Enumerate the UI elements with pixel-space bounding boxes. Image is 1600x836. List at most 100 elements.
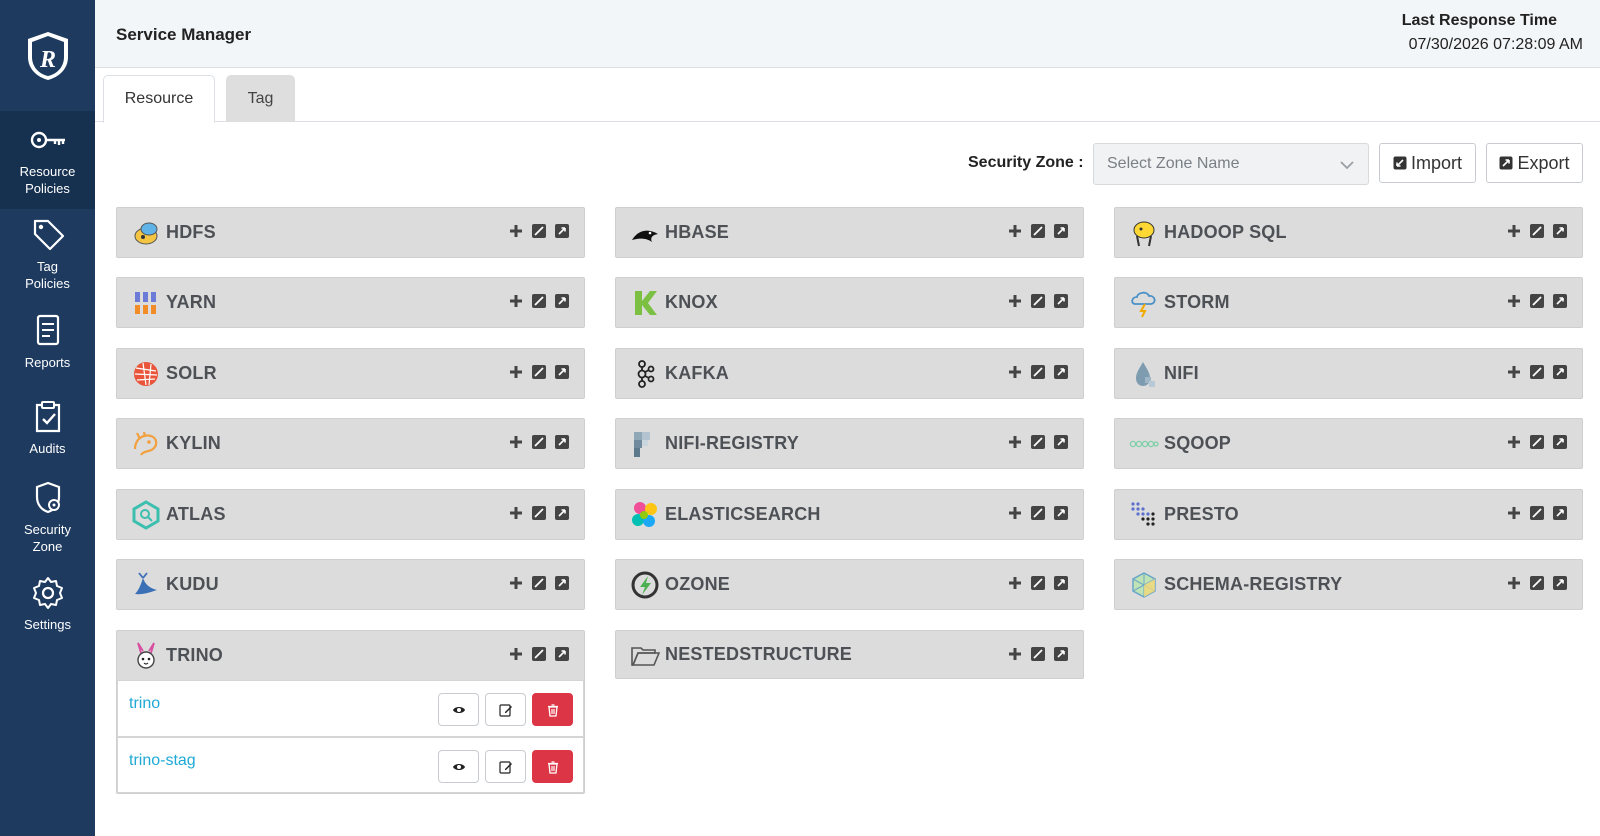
service-name: HADOOP SQL [1164, 222, 1287, 242]
export-service-icon[interactable] [1552, 293, 1568, 309]
add-icon[interactable] [1007, 505, 1023, 521]
add-icon[interactable] [1007, 223, 1023, 239]
edit-icon[interactable] [1030, 575, 1046, 591]
export-service-icon[interactable] [1552, 364, 1568, 380]
edit-icon[interactable] [531, 364, 547, 380]
sidebar-item-label: Security Zone [24, 522, 71, 554]
export-service-icon[interactable] [1053, 505, 1069, 521]
edit-icon[interactable] [531, 646, 547, 662]
add-icon[interactable] [1007, 575, 1023, 591]
zone-select-placeholder: Select Zone Name [1107, 155, 1240, 172]
add-icon[interactable] [508, 575, 524, 591]
clipboard-check-icon [35, 400, 60, 432]
service-card-trino: TRINO trino trino-stag [116, 630, 585, 794]
edit-icon[interactable] [1529, 575, 1545, 591]
trino-icon [131, 641, 161, 671]
edit-button[interactable] [485, 750, 526, 783]
add-icon[interactable] [1007, 646, 1023, 662]
export-service-icon[interactable] [1552, 223, 1568, 239]
delete-button[interactable] [532, 693, 573, 726]
export-service-icon[interactable] [1053, 646, 1069, 662]
service-card-presto: PRESTO [1114, 489, 1583, 540]
edit-icon[interactable] [1030, 646, 1046, 662]
tab-resource[interactable]: Resource [103, 75, 215, 123]
add-icon[interactable] [508, 364, 524, 380]
eye-icon [452, 763, 465, 770]
export-service-icon[interactable] [1552, 505, 1568, 521]
add-icon[interactable] [508, 646, 524, 662]
edit-button[interactable] [485, 693, 526, 726]
sidebar-item-label: Reports [24, 355, 71, 370]
export-service-icon[interactable] [1053, 293, 1069, 309]
export-service-icon[interactable] [554, 434, 570, 450]
pencil-square-icon [498, 760, 512, 774]
sidebar-item-reports[interactable]: Reports [0, 301, 95, 384]
sidebar-item-security-zone[interactable]: Security Zone [0, 472, 95, 564]
edit-icon[interactable] [1529, 364, 1545, 380]
edit-icon[interactable] [531, 505, 547, 521]
import-icon [1393, 156, 1407, 170]
security-zone-select[interactable]: Select Zone Name [1093, 143, 1369, 185]
add-icon[interactable] [1506, 575, 1522, 591]
add-icon[interactable] [508, 434, 524, 450]
import-button[interactable]: Import [1379, 143, 1476, 183]
edit-icon[interactable] [531, 434, 547, 450]
add-icon[interactable] [1506, 223, 1522, 239]
add-icon[interactable] [1007, 293, 1023, 309]
service-name: STORM [1164, 292, 1230, 312]
sidebar-item-settings[interactable]: Settings [0, 564, 95, 644]
edit-icon[interactable] [531, 223, 547, 239]
sidebar-item-audits[interactable]: Audits [0, 384, 95, 472]
edit-icon[interactable] [1030, 434, 1046, 450]
edit-icon[interactable] [1030, 293, 1046, 309]
export-service-icon[interactable] [1053, 575, 1069, 591]
export-service-icon[interactable] [1552, 575, 1568, 591]
export-button[interactable]: Export [1486, 143, 1583, 183]
edit-icon[interactable] [531, 293, 547, 309]
export-service-icon[interactable] [1053, 223, 1069, 239]
service-name: HBASE [665, 222, 730, 242]
export-service-icon[interactable] [554, 364, 570, 380]
sidebar-item-tag-policies[interactable]: Tag Policies [0, 209, 95, 301]
service-instance-link[interactable]: trino-stag [129, 752, 196, 770]
add-icon[interactable] [1007, 364, 1023, 380]
eye-icon [452, 706, 465, 713]
shield-lock-icon [35, 481, 60, 514]
yarn-icon [131, 288, 161, 318]
edit-icon[interactable] [1030, 223, 1046, 239]
delete-button[interactable] [532, 750, 573, 783]
export-service-icon[interactable] [1552, 434, 1568, 450]
view-button[interactable] [438, 750, 479, 783]
ranger-logo[interactable]: R [0, 0, 95, 111]
service-name: KYLIN [166, 433, 221, 453]
export-service-icon[interactable] [554, 575, 570, 591]
export-service-icon[interactable] [554, 646, 570, 662]
edit-icon[interactable] [1030, 364, 1046, 380]
add-icon[interactable] [508, 223, 524, 239]
service-instance-link[interactable]: trino [129, 695, 160, 713]
add-icon[interactable] [508, 293, 524, 309]
sidebar-item-resource-policies[interactable]: Resource Policies [0, 111, 95, 209]
service-card-storm: STORM [1114, 277, 1583, 328]
edit-icon[interactable] [1529, 434, 1545, 450]
view-button[interactable] [438, 693, 479, 726]
export-service-icon[interactable] [554, 223, 570, 239]
add-icon[interactable] [508, 505, 524, 521]
add-icon[interactable] [1506, 293, 1522, 309]
kylin-icon [131, 429, 161, 459]
export-service-icon[interactable] [1053, 364, 1069, 380]
export-service-icon[interactable] [1053, 434, 1069, 450]
export-service-icon[interactable] [554, 505, 570, 521]
add-icon[interactable] [1007, 434, 1023, 450]
edit-icon[interactable] [1529, 223, 1545, 239]
add-icon[interactable] [1506, 364, 1522, 380]
edit-icon[interactable] [1529, 293, 1545, 309]
add-icon[interactable] [1506, 434, 1522, 450]
edit-icon[interactable] [531, 575, 547, 591]
edit-icon[interactable] [1529, 505, 1545, 521]
export-service-icon[interactable] [554, 293, 570, 309]
nifi-icon [1129, 359, 1159, 389]
edit-icon[interactable] [1030, 505, 1046, 521]
add-icon[interactable] [1506, 505, 1522, 521]
tab-tag[interactable]: Tag [226, 75, 295, 122]
